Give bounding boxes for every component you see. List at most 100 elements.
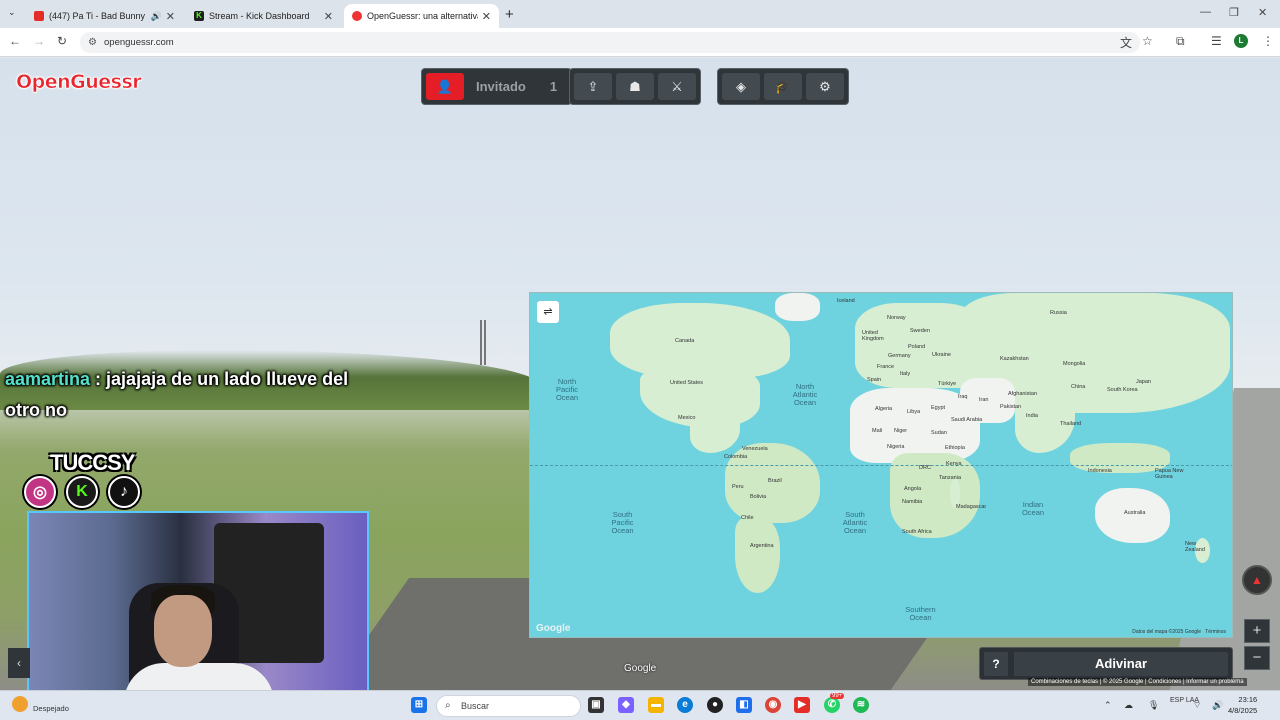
equator-line — [530, 465, 1232, 466]
close-tab-icon[interactable]: ✕ — [482, 10, 491, 23]
address-bar[interactable]: ⚙ openguessr.com — [80, 32, 1140, 53]
chat-username: aamartina — [5, 369, 91, 389]
battle-button[interactable]: ⚔ — [658, 73, 696, 100]
site-info-icon[interactable]: ⚙ — [88, 32, 97, 53]
obs-icon[interactable]: ● — [707, 697, 723, 713]
zoom-in-button[interactable]: + — [1244, 619, 1270, 643]
chrome-icon[interactable]: ◉ — [765, 697, 781, 713]
notification-badge: 99+ — [830, 693, 845, 699]
spotify-icon[interactable]: ≋ — [853, 697, 869, 713]
guess-map[interactable]: North Pacific Ocean North Atlantic Ocean… — [529, 292, 1233, 638]
multiplayer-button[interactable]: ☗ — [616, 73, 654, 100]
street-view-panorama[interactable]: OpenGuessr 👤 Invitado 1 ⇪ ☗ ⚔ ◈ 🎓 ⚙ aama… — [0, 58, 1280, 690]
settings-button[interactable]: ⚙ — [806, 73, 844, 100]
layers-button[interactable]: ◈ — [722, 73, 760, 100]
north-america-land — [610, 303, 790, 378]
streamer-face — [154, 595, 212, 667]
task-view-icon[interactable]: ▣ — [588, 697, 604, 713]
store-icon[interactable]: ◧ — [736, 697, 752, 713]
taskbar-search[interactable]: ⌕ Buscar — [436, 695, 581, 717]
learn-button[interactable]: 🎓 — [764, 73, 802, 100]
country-label: Niger — [894, 428, 908, 434]
tab-youtube[interactable]: (447) Pa Ti - Bad Bunny x B 🔊 ✕ — [26, 4, 183, 28]
tab-openguessr[interactable]: OpenGuessr: una alternativa gr ✕ — [344, 4, 499, 28]
country-label: Sudan — [931, 430, 947, 436]
upload-icon: ⇪ — [587, 78, 599, 94]
sliders-icon: ⇌ — [543, 306, 553, 318]
map-settings-button[interactable]: ⇌ — [537, 301, 559, 323]
map-attribution: Datos del mapa ©2025 Google Términos — [1132, 629, 1226, 635]
country-label: France — [877, 364, 895, 370]
zoom-out-button[interactable]: − — [1244, 646, 1270, 670]
compass-icon[interactable]: ▲ — [1242, 565, 1272, 595]
search-placeholder: Buscar — [461, 701, 490, 711]
country-label: New Zealand — [1185, 541, 1205, 553]
weather-icon[interactable] — [12, 696, 28, 712]
microphone-icon[interactable]: 🎙 — [1148, 700, 1159, 711]
attribution-text: Datos del mapa ©2025 Google — [1132, 629, 1201, 635]
chevron-left-icon[interactable]: ‹ — [8, 648, 30, 678]
country-label: Russia — [1050, 310, 1067, 316]
country-label: Japan — [1136, 379, 1151, 385]
country-label: DRC — [919, 465, 931, 471]
volume-icon[interactable]: 🔊 — [1212, 700, 1223, 711]
windows-start-icon[interactable]: ⊞ — [411, 697, 427, 713]
kick-icon: K — [194, 11, 204, 21]
forward-icon[interactable]: → — [33, 34, 45, 48]
country-label: Brazil — [768, 478, 782, 484]
system-clock[interactable]: 23:16 4/8/2025 — [1228, 694, 1257, 716]
openguessr-logo[interactable]: OpenGuessr — [16, 71, 142, 94]
youtube-icon[interactable]: ▶ — [794, 697, 810, 713]
ocean-label: South Atlantic Ocean — [842, 510, 868, 535]
country-label: South Korea — [1107, 387, 1138, 393]
url-text: openguessr.com — [104, 37, 174, 48]
country-label: Canada — [675, 338, 695, 344]
speaker-icon[interactable]: 🔊 — [151, 11, 162, 22]
tab-title: Stream - Kick Dashboard — [209, 11, 310, 21]
whatsapp-icon[interactable]: ✆ — [824, 697, 840, 713]
country-label: Algeria — [875, 406, 893, 412]
close-tab-icon[interactable]: ✕ — [324, 10, 333, 23]
upload-button[interactable]: ⇪ — [574, 73, 612, 100]
google-map-watermark: Google — [536, 623, 571, 634]
extensions-icon[interactable]: ⧉ — [1176, 34, 1185, 49]
help-button[interactable]: ? — [984, 651, 1008, 676]
user-button[interactable]: 👤 — [426, 73, 464, 100]
tab-search-icon[interactable]: ⌄ — [8, 7, 16, 18]
country-label: Kazakhstan — [1000, 356, 1029, 362]
minimize-icon[interactable]: — — [1200, 6, 1211, 18]
file-explorer-icon[interactable]: ▬ — [648, 697, 664, 713]
google-footer-links[interactable]: Combinaciones de teclas | © 2025 Google … — [1028, 678, 1247, 686]
reload-icon[interactable]: ↻ — [57, 34, 67, 48]
new-tab-icon[interactable]: + — [505, 6, 514, 23]
profile-avatar[interactable]: L — [1234, 34, 1248, 48]
translate-icon[interactable]: 文 — [1120, 34, 1132, 51]
country-label: Nigeria — [887, 444, 905, 450]
country-label: Tanzania — [939, 475, 962, 481]
tray-chevron-icon[interactable]: ⌃ — [1104, 700, 1112, 711]
back-icon[interactable]: ← — [9, 34, 21, 48]
maximize-icon[interactable]: ❐ — [1229, 6, 1239, 19]
edge-icon[interactable]: e — [677, 697, 693, 713]
close-window-icon[interactable]: ✕ — [1258, 6, 1267, 19]
menu-icon[interactable]: ⋮ — [1262, 34, 1274, 48]
close-tab-icon[interactable]: ✕ — [166, 10, 175, 23]
copilot-icon[interactable]: ◆ — [618, 697, 634, 713]
tray-app-icon[interactable]: ☁ — [1124, 700, 1133, 711]
chat-message: aamartina : jajajaja de un lado llueve d… — [5, 369, 349, 420]
guest-indicator[interactable]: Invitado 1 — [468, 73, 567, 100]
country-label: Ethiopia — [945, 445, 965, 451]
guess-button[interactable]: Adivinar — [1014, 651, 1228, 676]
reading-list-icon[interactable]: ☰ — [1211, 34, 1222, 48]
terms-link[interactable]: Términos — [1205, 629, 1226, 635]
country-label: Colombia — [724, 454, 748, 460]
power-pylon — [480, 320, 486, 365]
wifi-icon[interactable]: ⌔ — [1193, 700, 1201, 711]
country-label: Spain — [867, 377, 882, 383]
gear-icon: ⚙ — [819, 78, 831, 94]
country-label: Argentina — [750, 543, 774, 549]
tab-kick[interactable]: K Stream - Kick Dashboard ✕ — [186, 4, 341, 28]
star-icon[interactable]: ☆ — [1142, 34, 1153, 48]
kick-icon: K — [66, 476, 98, 508]
country-label: Kenya — [946, 461, 962, 467]
